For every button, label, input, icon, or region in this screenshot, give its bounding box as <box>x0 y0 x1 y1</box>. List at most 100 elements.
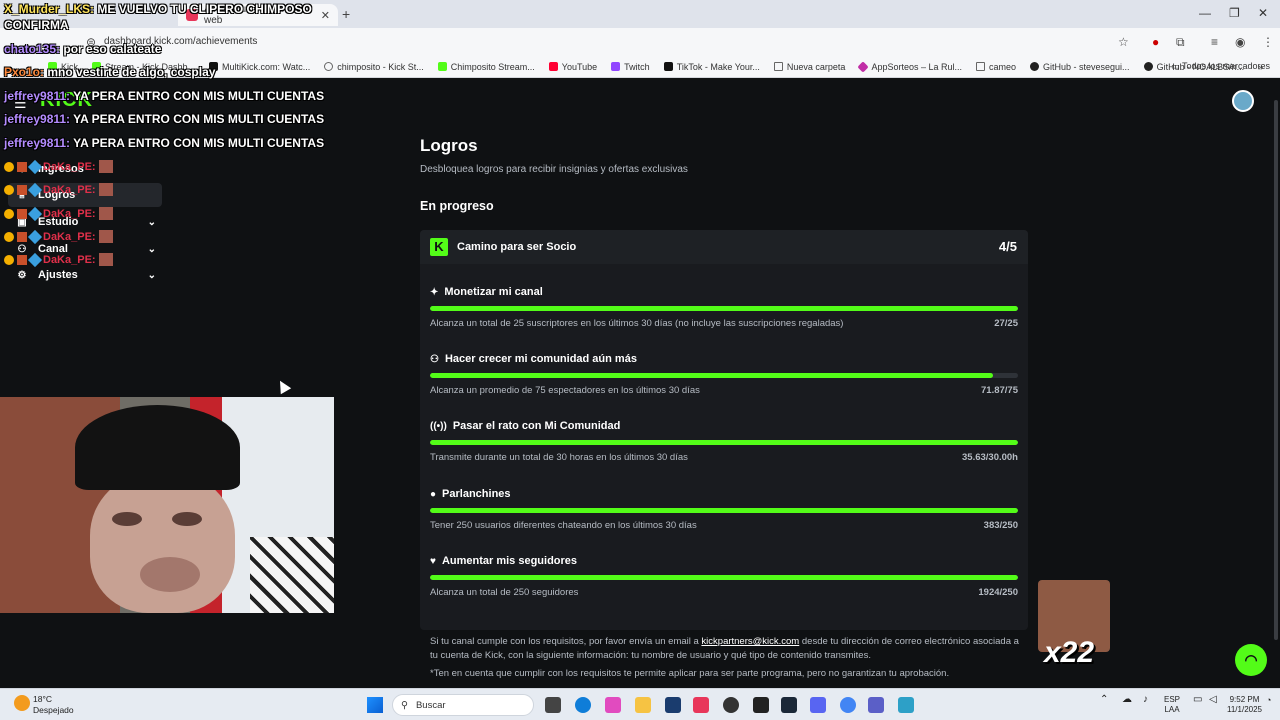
emote-icon <box>98 230 113 243</box>
cloud-icon[interactable]: ☁ <box>1122 695 1132 705</box>
scrollbar-thumb[interactable] <box>1274 100 1278 640</box>
badge-icon <box>17 161 27 172</box>
close-window-icon[interactable]: ✕ <box>1258 6 1268 20</box>
star-icon[interactable]: ☆ <box>1118 35 1129 49</box>
edge-icon[interactable] <box>575 697 591 713</box>
achievement-description: Alcanza un total de 25 suscriptores en l… <box>430 318 844 329</box>
disclaimer-note: *Ten en cuenta que cumplir con los requi… <box>430 668 950 679</box>
achievement-title: Hacer crecer mi comunidad aún más <box>444 353 637 365</box>
taskbar-search[interactable]: ⚲ Buscar <box>392 694 534 716</box>
all-bookmarks[interactable]: ▭ Todos los marcadores <box>1171 61 1270 72</box>
extension-icon[interactable]: ● <box>1152 35 1159 49</box>
achievement-title: Parlanchines <box>442 488 511 500</box>
profile-icon[interactable]: ◉ <box>1235 35 1245 49</box>
badge-icon <box>4 161 14 172</box>
heart-icon: ♥ <box>430 555 436 567</box>
copilot-icon[interactable] <box>605 697 621 713</box>
globe-icon <box>324 62 334 71</box>
overlay-chat-message: Pxo1o: mno vestirte de algo, cosplay <box>4 65 216 79</box>
achievement-description: Tener 250 usuarios diferentes chateando … <box>430 520 697 531</box>
weather-widget[interactable]: 18°C Despejado <box>33 694 74 716</box>
minimize-icon[interactable]: — <box>1199 6 1211 20</box>
badge-icon <box>27 206 43 221</box>
progress-fill <box>430 508 1018 513</box>
extensions-puzzle-icon[interactable]: ⧉ <box>1176 35 1185 50</box>
volume-icon[interactable]: ◁ <box>1209 695 1217 705</box>
windows-start-icon[interactable] <box>367 697 383 713</box>
bookmark-multikick[interactable]: MultiKick.com: Watc... <box>209 62 310 72</box>
overlay-badge-row: DaKa_PE: <box>4 252 113 267</box>
weather-icon[interactable] <box>14 695 30 711</box>
achievement-value: 1924/250 <box>978 587 1018 598</box>
support-chat-button[interactable]: ◠ <box>1235 644 1267 676</box>
bookmark-chimposito-kick[interactable]: chimposito - Kick St... <box>324 62 424 72</box>
email-link[interactable]: kickpartners@kick.com <box>701 636 799 647</box>
achievement-description: Alcanza un promedio de 75 espectadores e… <box>430 385 700 396</box>
close-tab-icon[interactable]: ✕ <box>321 9 330 22</box>
bookmark-youtube[interactable]: YouTube <box>548 62 597 72</box>
steam-icon[interactable] <box>781 697 797 713</box>
chevron-down-icon: ⌄ <box>147 216 156 228</box>
bookmark-appsorteos[interactable]: AppSorteos – La Rul... <box>857 60 962 73</box>
app-icon[interactable] <box>898 697 914 713</box>
badge-icon <box>4 184 14 195</box>
bookmark-github-1[interactable]: GitHub - stevesegui... <box>1030 62 1130 72</box>
folder-icon: ▭ <box>1171 61 1182 71</box>
sidebar-item-ajustes[interactable]: ⚙ Ajustes ⌄ <box>8 263 162 287</box>
restore-icon[interactable]: ❐ <box>1229 6 1240 20</box>
chrome-icon[interactable] <box>840 697 856 713</box>
card-header[interactable]: K Camino para ser Socio 4/5 <box>420 230 1028 264</box>
bookmark-cameo[interactable]: cameo <box>976 62 1016 72</box>
bookmark-nueva-carpeta[interactable]: Nueva carpeta <box>773 62 845 72</box>
overlay-badge-row: DaKa_PE: <box>4 182 113 197</box>
webcam-overlay <box>0 397 334 613</box>
clock[interactable]: 9:52 PM 11/1/2025 <box>1227 695 1262 715</box>
language-indicator[interactable]: ESP LAA <box>1164 695 1180 715</box>
overlay-chat-message: jeffrey9811: YA PERA ENTRO CON MIS MULTI… <box>4 136 325 150</box>
microphone-icon[interactable]: ♪ <box>1143 695 1148 705</box>
chevron-up-icon[interactable]: ⌃ <box>1100 695 1108 705</box>
discord-icon[interactable] <box>810 697 826 713</box>
apple-music-icon[interactable] <box>693 697 709 713</box>
youtube-icon <box>548 62 558 71</box>
page-subtitle: Desbloquea logros para recibir insignias… <box>420 164 688 175</box>
kick-icon <box>437 62 447 71</box>
folder-icon <box>976 62 985 71</box>
headset-icon: ◠ <box>1244 652 1258 669</box>
teams-icon[interactable] <box>868 697 884 713</box>
users-icon: ⚇ <box>430 353 439 365</box>
address-bar: ⊜ dashboard.kick.com/achievements ☆ ● ⧉ … <box>0 28 1280 56</box>
gear-icon: ⚙ <box>17 269 27 281</box>
obs-icon[interactable] <box>723 697 739 713</box>
github-icon <box>1143 62 1153 71</box>
new-tab-icon[interactable]: + <box>342 6 350 22</box>
emote-combo-count: x22 <box>1044 636 1095 669</box>
menu-dots-icon[interactable]: ⋮ <box>1262 35 1274 49</box>
achievement-title: Pasar el rato con Mi Comunidad <box>452 420 621 432</box>
media-icon[interactable]: ≡ <box>1211 35 1218 49</box>
achievement-description: Alcanza un total de 250 seguidores <box>430 587 579 598</box>
notification-icon[interactable]: ◔ <box>1266 695 1271 705</box>
partner-path-card: K Camino para ser Socio 4/5 ✦ Monetizar m… <box>420 230 1028 630</box>
achievement-value: 35.63/30.00h <box>962 452 1018 463</box>
chevron-down-icon: ⌄ <box>147 269 156 281</box>
task-view-icon[interactable] <box>545 697 561 713</box>
progress-fill <box>430 306 1018 311</box>
overlay-chat-message: jeffrey9811: YA PERA ENTRO CON MIS MULTI… <box>4 112 325 126</box>
bookmark-twitch[interactable]: Twitch <box>611 62 650 72</box>
file-explorer-icon[interactable] <box>635 697 651 713</box>
badge-icon <box>17 254 27 265</box>
overlay-chat-message: CONFIRMA <box>4 18 69 32</box>
badge-icon <box>27 252 43 267</box>
progress-bar <box>430 440 1018 445</box>
epic-games-icon[interactable] <box>753 697 769 713</box>
network-icon[interactable]: ▭ <box>1193 695 1202 705</box>
bookmark-chimposito-stream[interactable]: Chimposito Stream... <box>437 62 535 72</box>
achievement-item: ⚇ Hacer crecer mi comunidad aún más Alcan… <box>430 353 1018 413</box>
photoshop-icon[interactable] <box>665 697 681 713</box>
appsorteos-icon <box>857 60 870 73</box>
avatar[interactable] <box>1232 90 1254 112</box>
sparkle-icon: ✦ <box>430 286 439 298</box>
achievement-value: 71.87/75 <box>981 385 1018 396</box>
bookmark-tiktok[interactable]: TikTok - Make Your... <box>663 62 760 72</box>
